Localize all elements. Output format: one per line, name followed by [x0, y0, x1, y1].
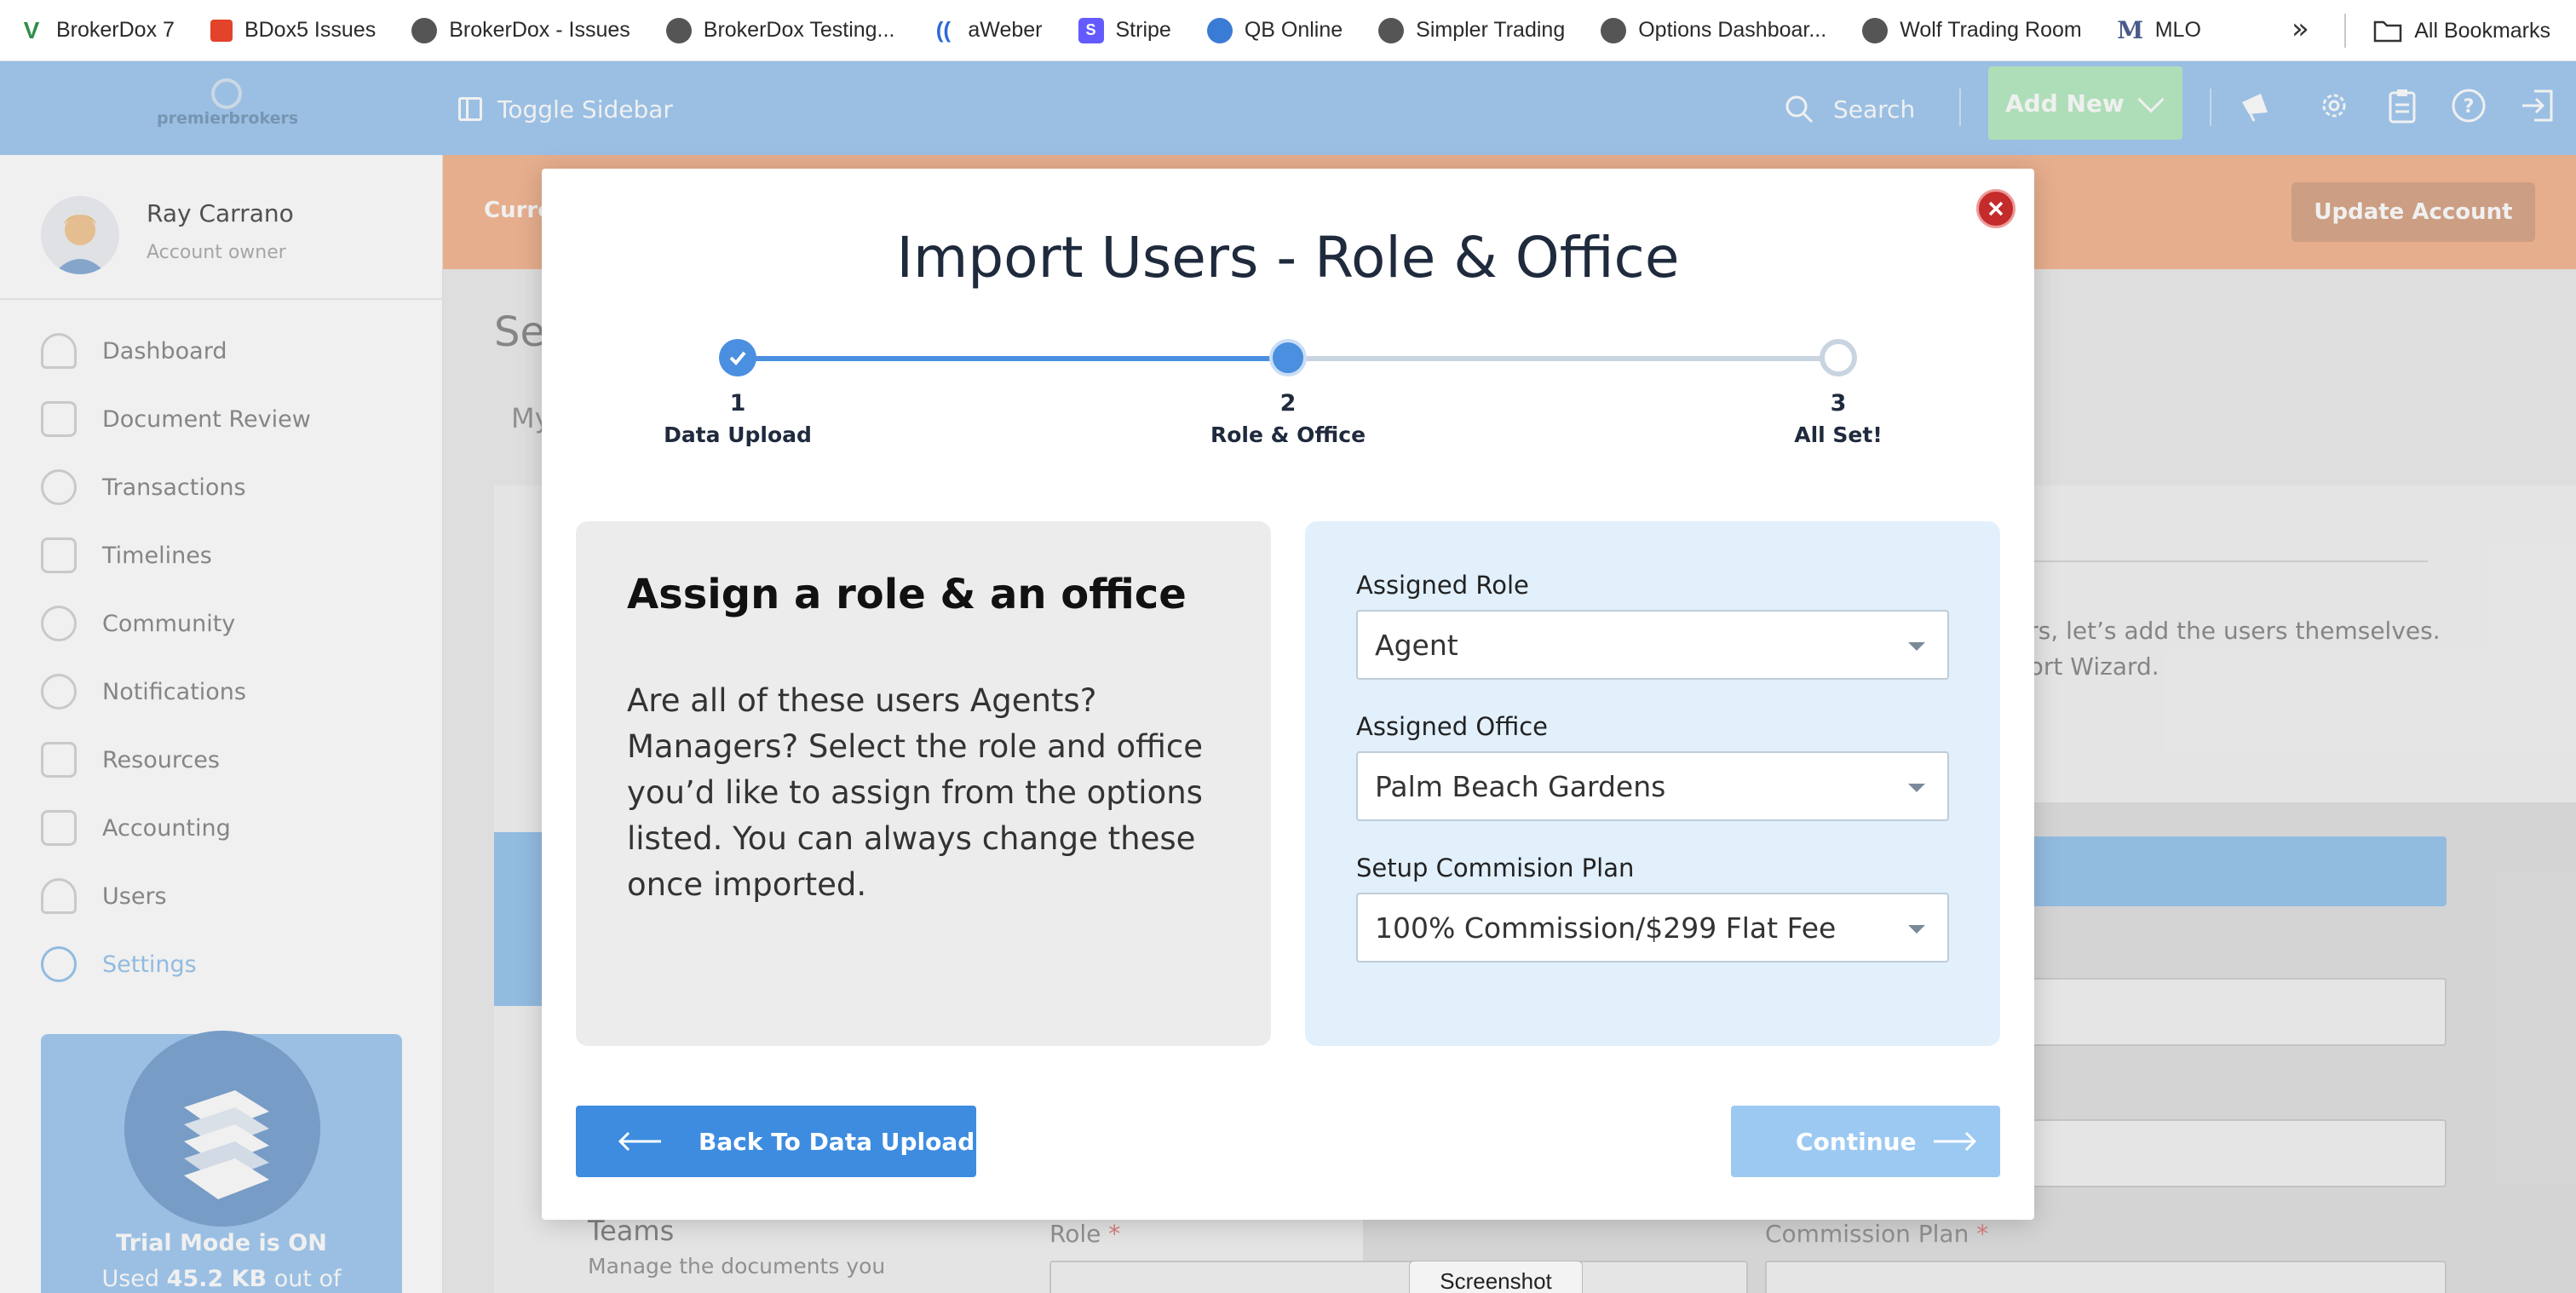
bookmark-label: QB Online — [1244, 18, 1343, 42]
step-3-node — [1820, 339, 1857, 376]
import-users-modal: Import Users - Role & Office 1 Data Uplo… — [542, 169, 2034, 1220]
back-button-label: Back To Data Upload — [699, 1127, 975, 1156]
stepper-track-completed — [738, 356, 1288, 361]
dropdown-arrow-icon — [1908, 642, 1925, 651]
quickbooks-icon — [1206, 17, 1233, 43]
all-bookmarks[interactable]: All Bookmarks — [2373, 0, 2550, 61]
commission-plan-label: Setup Commision Plan — [1356, 853, 1635, 882]
bookmark-stripe[interactable]: S Stripe — [1078, 17, 1171, 43]
stripe-icon: S — [1078, 17, 1104, 43]
arrow-right-icon — [1934, 1131, 1977, 1152]
step-2-number: 2 — [1279, 390, 1297, 417]
modal-title: Import Users - Role & Office — [896, 225, 1680, 290]
bookmark-label: BrokerDox 7 — [56, 18, 175, 42]
commission-plan-select[interactable]: 100% Commission/$299 Flat Fee — [1356, 893, 1949, 963]
bookmark-label: BrokerDox - Issues — [449, 18, 630, 42]
bookmark-simpler-trading[interactable]: Simpler Trading — [1378, 17, 1566, 43]
bookmark-label: Simpler Trading — [1416, 18, 1566, 42]
bookmark-aweber[interactable]: (( aWeber — [930, 17, 1043, 43]
bookmarks-bar: V BrokerDox 7 BDox5 Issues BrokerDox - I… — [0, 0, 2576, 61]
folder-icon — [2373, 20, 2402, 43]
mlo-icon: M — [2117, 16, 2144, 44]
step-3-label: All Set! — [1794, 422, 1883, 447]
bookmark-brokerdox-testing[interactable]: BrokerDox Testing... — [665, 17, 895, 43]
close-button[interactable] — [1976, 189, 2015, 228]
commission-plan-value: 100% Commission/$299 Flat Fee — [1375, 911, 1837, 945]
globe-icon — [665, 17, 692, 43]
step-2-label: Role & Office — [1210, 422, 1366, 447]
bookmark-label: aWeber — [968, 18, 1043, 42]
assigned-role-value: Agent — [1375, 628, 1458, 662]
bookmark-label: MLO — [2154, 18, 2201, 42]
globe-icon — [411, 17, 438, 43]
more-bookmarks-icon[interactable]: » — [2291, 12, 2309, 46]
bookmark-bdox5-issues[interactable]: BDox5 Issues — [210, 18, 376, 43]
assigned-office-select[interactable]: Palm Beach Gardens — [1356, 751, 1949, 821]
screenshot-tooltip: Screenshot — [1409, 1261, 1583, 1293]
bookmark-label: BDox5 Issues — [244, 18, 377, 42]
instructions-panel: Assign a role & an office Are all of the… — [576, 521, 1271, 1046]
aweber-icon: (( — [935, 17, 952, 43]
bookmark-label: Options Dashboar... — [1638, 18, 1827, 42]
bookmark-brokerdox7[interactable]: V BrokerDox 7 — [19, 16, 175, 43]
continue-button[interactable]: Continue — [1731, 1106, 2000, 1177]
globe-icon — [1601, 17, 1627, 43]
gitlab-icon — [210, 19, 233, 42]
bookmark-label: BrokerDox Testing... — [703, 18, 895, 42]
check-icon — [729, 351, 746, 365]
step-1-node — [719, 339, 756, 376]
bookmark-options-dashboard[interactable]: Options Dashboar... — [1601, 17, 1827, 43]
assigned-office-label: Assigned Office — [1356, 712, 1549, 741]
assigned-office-value: Palm Beach Gardens — [1375, 769, 1666, 803]
v-logo-icon: V — [23, 16, 40, 43]
bookmarks-divider — [2344, 14, 2346, 48]
step-2-node — [1269, 339, 1307, 376]
assignment-form: Assigned Role Agent Assigned Office Palm… — [1305, 521, 2000, 1046]
arrow-left-icon — [618, 1131, 661, 1152]
assigned-role-label: Assigned Role — [1356, 571, 1529, 600]
globe-icon — [1378, 17, 1405, 43]
stepper-track-remaining — [1288, 356, 1838, 361]
progress-stepper: 1 Data Upload 2 Role & Office 3 All Set! — [542, 339, 2034, 467]
bookmark-wolf-trading-room[interactable]: Wolf Trading Room — [1862, 17, 2082, 43]
assigned-role-select[interactable]: Agent — [1356, 610, 1949, 680]
continue-button-label: Continue — [1796, 1127, 1917, 1156]
close-icon — [1988, 201, 2004, 216]
instructions-title: Assign a role & an office — [627, 571, 1187, 618]
instructions-body: Are all of these users Agents? Managers?… — [627, 682, 1203, 903]
bookmark-brokerdox-issues[interactable]: BrokerDox - Issues — [411, 17, 630, 43]
step-3-number: 3 — [1830, 390, 1847, 417]
dropdown-arrow-icon — [1908, 784, 1925, 792]
back-to-data-upload-button[interactable]: Back To Data Upload — [576, 1106, 976, 1177]
bookmark-qb-online[interactable]: QB Online — [1206, 17, 1343, 43]
bookmark-label: Wolf Trading Room — [1900, 18, 2082, 42]
step-1-label: Data Upload — [664, 422, 812, 447]
all-bookmarks-label: All Bookmarks — [2414, 18, 2550, 43]
bookmark-mlo[interactable]: M MLO — [2117, 16, 2201, 44]
step-1-number: 1 — [729, 390, 746, 417]
bookmark-label: Stripe — [1115, 18, 1171, 42]
dropdown-arrow-icon — [1908, 925, 1925, 934]
globe-icon — [1862, 17, 1889, 43]
